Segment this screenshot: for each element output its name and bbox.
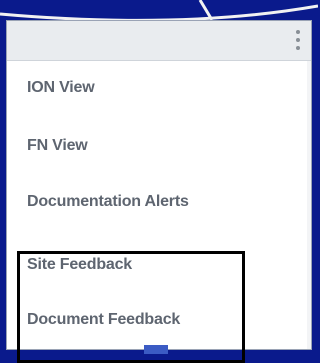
dropdown-menu: ION View FN View Documentation Alerts Si…: [6, 20, 312, 363]
kebab-vertical-icon[interactable]: [291, 23, 305, 57]
menu-scroll-edge: [307, 61, 311, 349]
kebab-dot: [296, 38, 300, 42]
highlight-box: [17, 251, 245, 363]
kebab-dot: [296, 30, 300, 34]
menu-header: [7, 21, 311, 61]
menu-item-ion-view[interactable]: ION View: [27, 79, 95, 97]
menu-item-fn-view[interactable]: FN View: [27, 137, 88, 155]
menu-item-documentation-alerts[interactable]: Documentation Alerts: [27, 193, 189, 211]
kebab-dot: [296, 46, 300, 50]
bottom-accent: [144, 345, 168, 354]
